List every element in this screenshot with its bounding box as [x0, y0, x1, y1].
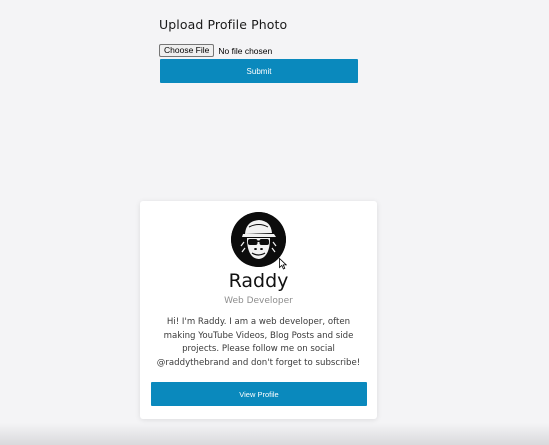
mouse-cursor-icon [279, 258, 287, 270]
profile-name: Raddy [228, 270, 289, 292]
profile-card: Raddy Web Developer Hi! I'm Raddy. I am … [140, 201, 377, 419]
choose-file-button[interactable]: Choose File [159, 44, 215, 57]
gorilla-avatar-icon [231, 212, 286, 267]
upload-title: Upload Profile Photo [159, 17, 288, 32]
file-status-text: No file chosen [218, 45, 273, 56]
upload-form: Upload Profile Photo Choose File No file… [159, 17, 359, 83]
file-input[interactable]: Choose File No file chosen [159, 44, 272, 57]
profile-bio: Hi! I'm Raddy. I am a web developer, oft… [156, 317, 361, 368]
view-profile-button[interactable]: View Profile [151, 382, 367, 406]
submit-button[interactable]: Submit [160, 59, 358, 83]
page-bottom-shade [0, 423, 549, 445]
profile-role: Web Developer [224, 296, 293, 306]
